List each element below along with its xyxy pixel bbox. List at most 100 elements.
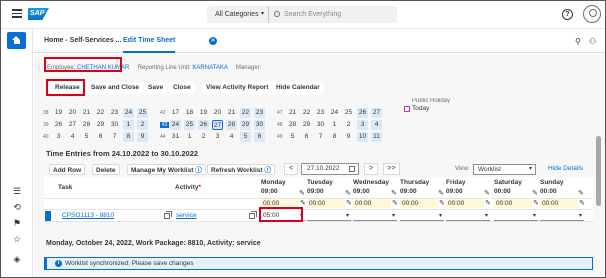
close-icon[interactable]: ✕ [209, 37, 217, 45]
hide-calendar-button[interactable]: Hide Calendar [272, 82, 324, 94]
calendar-day[interactable]: 25 [343, 108, 354, 118]
calendar-day[interactable]: 22 [240, 108, 251, 118]
calendar-day[interactable]: 28 [81, 120, 92, 130]
calendar-day[interactable]: 19 [198, 108, 209, 118]
save-button[interactable]: Save [144, 82, 168, 94]
calendar-day[interactable]: 23 [254, 108, 265, 118]
menu-icon[interactable] [12, 9, 22, 18]
calendar-day[interactable]: 20 [212, 108, 223, 118]
hours-input[interactable]: ▾ [353, 211, 397, 221]
calendar-day[interactable]: 3 [357, 120, 368, 130]
task-link[interactable]: CPSO1113 - 8810 [62, 212, 114, 219]
table-row[interactable]: CPSO1113 - 8810 service 05:00 ▾ ▾ ▾ ▾ ▾ ▾ ▾ [44, 209, 593, 222]
week-number[interactable]: 48 [277, 122, 283, 128]
calendar-day[interactable]: 30 [315, 120, 326, 130]
previous-week-button[interactable]: < [284, 163, 298, 175]
edit-icon[interactable]: ✎ [439, 199, 445, 207]
chevron-down-icon[interactable]: ▾ [346, 211, 349, 221]
tab-home[interactable]: Home - Self-Services ... [44, 29, 121, 53]
calendar-day[interactable]: 24 [329, 108, 340, 118]
edit-icon[interactable]: ✎ [300, 199, 306, 207]
edit-icon[interactable]: ✎ [533, 199, 539, 207]
week-number[interactable]: 44 [160, 134, 166, 140]
calendar-day[interactable]: 27 [212, 120, 223, 130]
close-button[interactable]: Close [169, 82, 195, 94]
calendar-day[interactable]: 21 [81, 108, 92, 118]
hours-input[interactable]: ▾ [400, 211, 444, 221]
search-input[interactable]: Search Everything [274, 6, 341, 23]
calendar-day[interactable]: 31 [170, 132, 181, 142]
calendar-day[interactable]: 30 [109, 120, 120, 130]
calendar-day[interactable]: 1 [184, 132, 195, 142]
calendar-day[interactable]: 5 [287, 132, 298, 142]
activity-link[interactable]: service [176, 212, 197, 219]
hide-details-link[interactable]: Hide Details [548, 165, 583, 172]
calendar-day[interactable]: 1 [123, 120, 134, 130]
calendar-day[interactable]: 17 [170, 108, 181, 118]
tab-edit-time-sheet[interactable]: Edit Time Sheet [123, 29, 176, 53]
chevron-down-icon[interactable]: ▾ [485, 211, 488, 221]
edit-icon[interactable]: ✎ [299, 189, 305, 197]
week-number[interactable]: 40 [43, 134, 49, 140]
calendar-day[interactable]: 4 [67, 132, 78, 142]
sap-logo[interactable]: SAP [28, 8, 49, 20]
calendar-day[interactable]: 21 [287, 108, 298, 118]
manage-worklist-button[interactable]: Manage My Worklist ⓘ [127, 164, 206, 175]
calendar-day[interactable]: 26 [198, 120, 209, 130]
hours-input[interactable]: ▾ [494, 211, 538, 221]
week-number[interactable]: 47 [277, 110, 283, 116]
edit-icon[interactable]: ✎ [532, 189, 538, 197]
help-icon[interactable]: ? [562, 9, 573, 20]
calendar-day[interactable]: 9 [343, 132, 354, 142]
search-bar[interactable]: All Categories ▾ Search Everything [207, 6, 397, 23]
save-and-close-button[interactable]: Save and Close [87, 82, 144, 94]
calendar-day[interactable]: 4 [226, 132, 237, 142]
calendar-day[interactable]: 30 [254, 120, 265, 130]
hours-input[interactable]: ▾ [307, 211, 351, 221]
copy-icon[interactable] [164, 211, 172, 219]
pin-icon[interactable]: ⚲ [575, 37, 581, 46]
hours-input[interactable]: ▾ [446, 211, 490, 221]
calendar-day[interactable]: 10 [357, 132, 368, 142]
edit-icon[interactable]: ✎ [392, 199, 398, 207]
calendar-day[interactable]: 6 [95, 132, 106, 142]
calendar-day[interactable]: 28 [287, 120, 298, 130]
calendar-day[interactable]: 7 [109, 132, 120, 142]
hours-input[interactable]: ▾ [540, 211, 584, 221]
view-select[interactable]: Worklist ▾ [473, 164, 536, 175]
avatar[interactable] [583, 5, 601, 23]
calendar-day[interactable]: 5 [240, 132, 251, 142]
list-icon[interactable]: ☰ [12, 186, 22, 196]
calendar-day[interactable]: 29 [95, 120, 106, 130]
calendar-day[interactable]: 27 [371, 108, 382, 118]
scrollbar[interactable] [593, 54, 605, 277]
copy-icon[interactable] [249, 211, 257, 219]
week-number[interactable]: 42 [160, 110, 166, 116]
calendar-day[interactable]: 11 [371, 132, 382, 142]
delete-button[interactable]: Delete [92, 164, 120, 175]
calendar-day[interactable]: 20 [67, 108, 78, 118]
calendar-day[interactable]: 6 [301, 132, 312, 142]
calendar-day[interactable]: 28 [226, 120, 237, 130]
chevron-down-icon[interactable]: ▾ [579, 211, 582, 221]
chevron-down-icon[interactable]: ▾ [439, 211, 442, 221]
calendar-day[interactable]: 26 [357, 108, 368, 118]
week-number[interactable]: 38 [43, 110, 49, 116]
calendar-day[interactable]: 7 [315, 132, 326, 142]
edit-icon[interactable]: ✎ [345, 189, 351, 197]
calendar-day[interactable]: 25 [137, 108, 148, 118]
calendar-day[interactable]: 19 [53, 108, 64, 118]
home-icon[interactable] [7, 32, 26, 49]
calendar-day[interactable]: 24 [170, 120, 181, 130]
view-activity-report-button[interactable]: View Activity Report [202, 82, 273, 94]
tag-icon[interactable]: ◈ [12, 254, 22, 264]
refresh-worklist-button[interactable]: Refresh Worklist ⓘ [207, 164, 275, 175]
calendar-day[interactable]: 2 [343, 120, 354, 130]
row-selector[interactable] [45, 211, 51, 221]
calendar-day[interactable]: 6 [254, 132, 265, 142]
edit-icon[interactable]: ✎ [579, 199, 585, 207]
week-number[interactable]: 49 [277, 134, 283, 140]
week-number[interactable]: 43 [160, 122, 169, 128]
calendar-day[interactable]: 18 [184, 108, 195, 118]
calendar-day[interactable]: 5 [81, 132, 92, 142]
